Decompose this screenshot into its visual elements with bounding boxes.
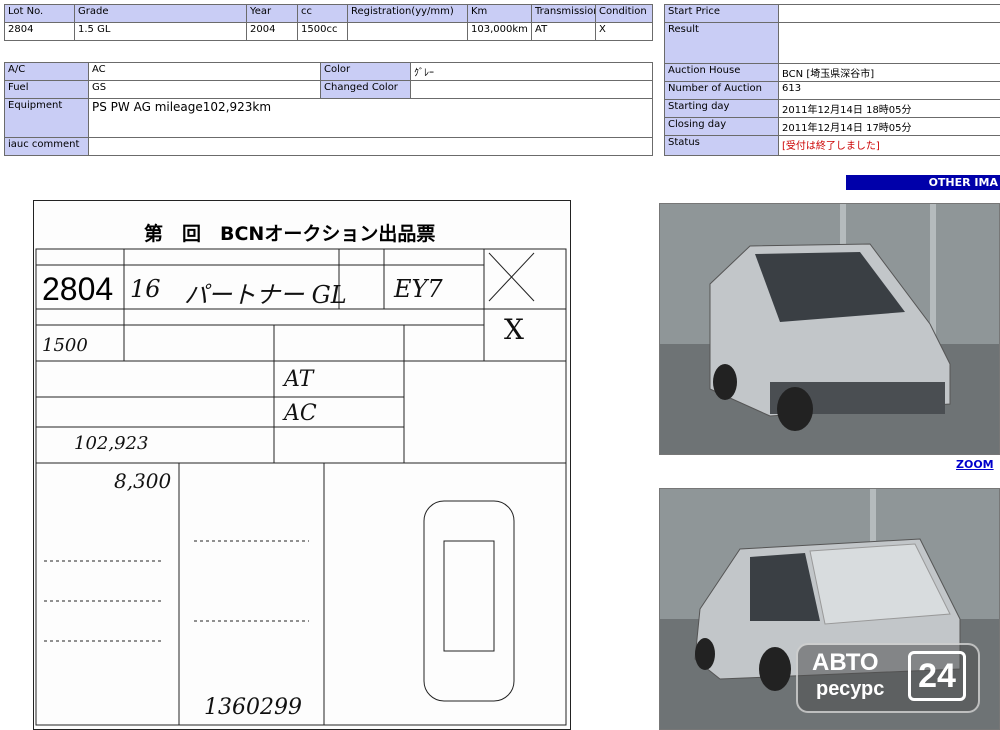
result-label: Result xyxy=(664,22,779,64)
sheet-recycle-fee: 8,300 xyxy=(114,469,172,493)
sheet-shift: AT xyxy=(284,367,314,392)
status-value: [受付は終了しました] xyxy=(778,135,1000,156)
zoom-link[interactable]: ZOOM xyxy=(956,458,994,471)
lot-header-cell: Grade xyxy=(74,4,247,23)
number-of-auction-label: Number of Auction xyxy=(664,81,779,100)
number-of-auction-value: 613 xyxy=(778,81,1000,100)
lot-table: Lot No. Grade Year cc Registration(yy/mm… xyxy=(4,4,653,41)
lot-header-cell: Km xyxy=(467,4,532,23)
lot-header-cell: Condition xyxy=(595,4,653,23)
car-front-illustration xyxy=(660,204,999,454)
auction-house-label: Auction House xyxy=(664,63,779,82)
lot-header-cell: Registration(yy/mm) xyxy=(347,4,468,23)
equipment-value: PS PW AG mileage102,923km xyxy=(88,98,653,138)
changed-color-value xyxy=(410,80,653,99)
lot-value-cell: 1.5 GL xyxy=(74,22,247,41)
sheet-grade: EY7 xyxy=(394,275,443,303)
start-price-value xyxy=(778,4,1000,23)
closing-day-label: Closing day xyxy=(664,117,779,136)
lot-value-cell: AT xyxy=(531,22,596,41)
start-price-label: Start Price xyxy=(664,4,779,23)
sheet-model: パートナー GL xyxy=(184,281,347,309)
changed-color-label: Changed Color xyxy=(320,80,411,99)
sheet-lot-number: 2804 xyxy=(42,271,114,307)
spec-table: A/C AC Color ｸﾞﾚｰ Fuel GS Changed Color … xyxy=(4,62,653,156)
result-value xyxy=(778,22,1000,64)
watermark-number: 24 xyxy=(908,651,966,701)
lot-value-cell xyxy=(347,22,468,41)
auction-table: Start Price Result Auction House BCN [埼玉… xyxy=(664,4,1000,156)
lot-value-cell: 2004 xyxy=(246,22,298,41)
sheet-cc: 1500 xyxy=(42,335,88,356)
iauc-comment-value xyxy=(88,137,653,156)
lot-header-cell: Transmission xyxy=(531,4,596,23)
color-label: Color xyxy=(320,62,411,81)
lot-header-cell: Lot No. xyxy=(4,4,75,23)
watermark-line1: АВТО xyxy=(812,649,879,676)
fuel-label: Fuel xyxy=(4,80,89,99)
other-images-bar[interactable]: OTHER IMA xyxy=(846,175,1000,190)
watermark-line2: ресурс xyxy=(816,678,885,700)
lot-value-row: 2804 1.5 GL 2004 1500cc 103,000km AT X xyxy=(4,22,653,41)
fuel-value: GS xyxy=(88,80,321,99)
car-photo-front[interactable] xyxy=(659,203,1000,455)
lot-header-cell: cc xyxy=(297,4,348,23)
avtoresurs-watermark: АВТО ресурс 24 xyxy=(796,643,980,713)
sheet-registration-no: 1360299 xyxy=(204,695,302,720)
lot-value-cell: 103,000km xyxy=(467,22,532,41)
starting-day-value: 2011年12月14日 18時05分 xyxy=(778,99,1000,118)
starting-day-label: Starting day xyxy=(664,99,779,118)
auction-house-value: BCN [埼玉県深谷市] xyxy=(778,63,1000,82)
sheet-year: 16 xyxy=(130,275,161,303)
lot-value-cell: X xyxy=(595,22,653,41)
ac-label: A/C xyxy=(4,62,89,81)
color-value: ｸﾞﾚｰ xyxy=(410,62,653,81)
lot-value-cell: 1500cc xyxy=(297,22,348,41)
status-label: Status xyxy=(664,135,779,156)
lot-header-cell: Year xyxy=(246,4,298,23)
sheet-title: 第 回 BCNオークション出品票 xyxy=(144,223,436,245)
ac-value: AC xyxy=(88,62,321,81)
lot-value-cell: 2804 xyxy=(4,22,75,41)
sheet-ac: AC xyxy=(284,401,317,426)
sheet-score: X xyxy=(504,313,524,346)
lot-header-row: Lot No. Grade Year cc Registration(yy/mm… xyxy=(4,4,653,23)
iauc-comment-label: iauc comment xyxy=(4,137,89,156)
equipment-label: Equipment xyxy=(4,98,89,138)
auction-sheet-image[interactable]: 第 回 BCNオークション出品票 2804 16 パートナー GL EY7 X … xyxy=(33,200,571,730)
closing-day-value: 2011年12月14日 17時05分 xyxy=(778,117,1000,136)
sheet-mileage: 102,923 xyxy=(74,433,149,454)
